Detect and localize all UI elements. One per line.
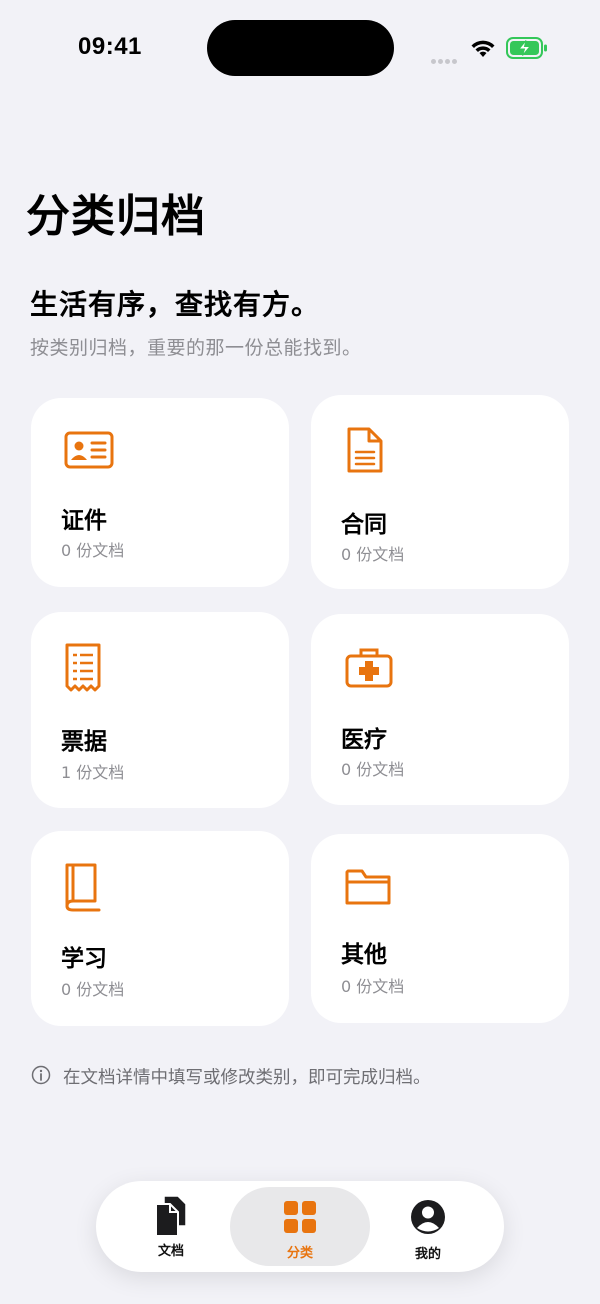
medical-kit-icon: [345, 646, 397, 692]
status-bar: 09:41: [0, 0, 600, 96]
category-name: 票据: [61, 729, 107, 755]
tab-categories[interactable]: 分类: [263, 1181, 337, 1272]
wifi-icon: [470, 38, 496, 62]
dynamic-island: [207, 20, 394, 76]
category-name: 医疗: [341, 727, 387, 753]
tab-profile[interactable]: 我的: [391, 1181, 465, 1272]
tab-bar: 文档 分类 我的: [96, 1181, 504, 1272]
hero-subtitle: 按类别归档，重要的那一份总能找到。: [30, 337, 362, 359]
grid-icon: [283, 1200, 317, 1238]
page-title: 分类归档: [26, 191, 206, 242]
category-name: 其他: [341, 942, 387, 968]
category-name: 学习: [61, 946, 107, 972]
tab-label: 我的: [414, 1247, 441, 1262]
battery-charging-icon: [506, 37, 548, 63]
category-card-contract[interactable]: 合同 0 份文档: [311, 395, 569, 589]
cellular-signal-icon: [431, 49, 459, 68]
category-card-medical[interactable]: 医疗 0 份文档: [311, 614, 569, 805]
book-icon: [63, 861, 115, 912]
category-name: 合同: [341, 512, 387, 538]
profile-icon: [410, 1199, 446, 1239]
hero-title: 生活有序，查找有方。: [30, 288, 321, 321]
category-card-other[interactable]: 其他 0 份文档: [311, 834, 569, 1023]
document-icon: [343, 425, 395, 473]
folder-icon: [344, 866, 396, 912]
category-count: 0 份文档: [341, 977, 405, 996]
info-icon: [31, 1065, 51, 1089]
tab-label: 文档: [157, 1244, 184, 1259]
category-card-id[interactable]: 证件 0 份文档: [31, 398, 289, 587]
category-name: 证件: [61, 508, 107, 534]
receipt-icon: [63, 642, 115, 692]
status-time: 09:41: [78, 33, 142, 60]
category-count: 1 份文档: [61, 763, 125, 782]
archive-hint: 在文档详情中填写或修改类别，即可完成归档。: [31, 1064, 431, 1089]
id-card-icon: [63, 428, 115, 474]
tab-documents[interactable]: 文档: [134, 1181, 208, 1272]
documents-icon: [152, 1194, 190, 1242]
category-card-study[interactable]: 学习 0 份文档: [31, 831, 289, 1026]
tab-label: 分类: [286, 1246, 313, 1261]
category-count: 0 份文档: [341, 545, 405, 564]
category-count: 0 份文档: [61, 980, 125, 999]
category-card-receipt[interactable]: 票据 1 份文档: [31, 612, 289, 808]
category-count: 0 份文档: [341, 760, 405, 779]
category-count: 0 份文档: [61, 541, 125, 560]
hint-text: 在文档详情中填写或修改类别，即可完成归档。: [63, 1068, 431, 1088]
